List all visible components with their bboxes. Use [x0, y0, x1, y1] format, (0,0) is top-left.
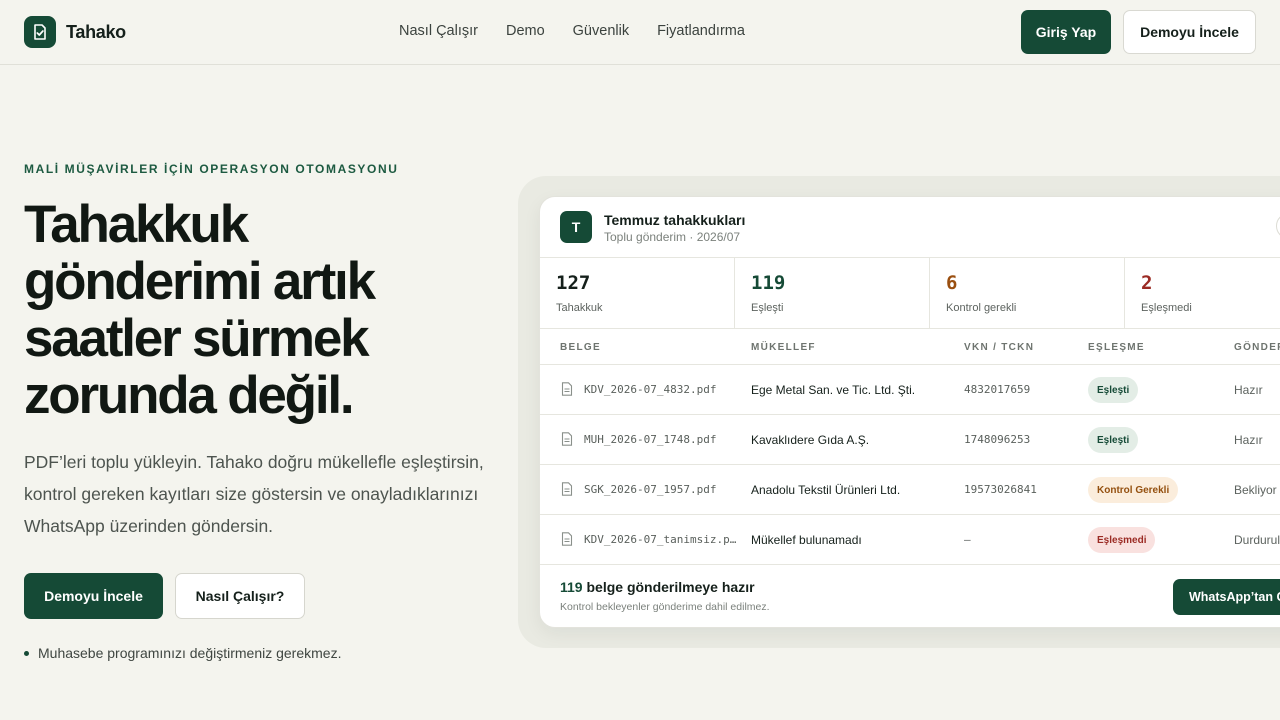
hero-demo-button[interactable]: Demoyu İncele: [24, 573, 163, 619]
table-row[interactable]: MUH_2026-07_1748.pdf Kavaklıdere Gıda A.…: [540, 415, 1280, 465]
match-badge: Eşleşmedi: [1088, 527, 1156, 553]
stat-matched: 119 Eşleşti: [735, 258, 931, 329]
tax-id: 19573026841: [964, 483, 1037, 496]
login-button[interactable]: Giriş Yap: [1021, 10, 1111, 54]
ready-summary-text: belge gönderilmeye hazır: [582, 579, 755, 595]
hero-eyebrow: MALİ MÜŞAVİRLER İÇİN OPERASYON OTOMASYON…: [24, 162, 399, 176]
stat-value: 127: [556, 272, 591, 294]
hero-note: Muhasebe programınızı değiştirmeniz gere…: [24, 645, 341, 661]
header-circle-button[interactable]: [1276, 213, 1280, 239]
tax-id: 1748096253: [964, 433, 1031, 446]
top-navigation-bar: Tahako Nasıl Çalışır Demo Güvenlik Fiyat…: [0, 0, 1280, 65]
taxpayer-name: Mükellef bulunamadı: [751, 533, 862, 547]
document-filename: KDV_2026-07_4832.pdf: [584, 383, 717, 396]
hero-note-text: Muhasebe programınızı değiştirmeniz gere…: [38, 645, 342, 661]
match-badge: Eşleşti: [1088, 427, 1139, 453]
tax-id: 4832017659: [964, 383, 1031, 396]
table-header: BELGE MÜKELLEF VKN / TCKN EŞLEŞME GÖNDER…: [540, 329, 1280, 365]
match-badge: Kontrol Gerekli: [1088, 477, 1179, 503]
avatar: T: [560, 211, 592, 243]
document-filename: SGK_2026-07_1957.pdf: [584, 483, 717, 496]
column-header-send: GÖNDERİM: [1234, 342, 1280, 353]
hero-description: PDF’leri toplu yükleyin. Tahako doğru mü…: [24, 452, 484, 536]
send-status: Hazır: [1234, 383, 1263, 397]
whatsapp-send-button[interactable]: WhatsApp’tan Gönder: [1173, 579, 1280, 615]
dashboard-title: Temmuz tahakkukları: [604, 212, 746, 228]
taxpayer-name: Ege Metal San. ve Tic. Ltd. Şti.: [751, 383, 916, 397]
stat-needs-review: 6 Kontrol gerekli: [930, 258, 1126, 329]
stat-label: Tahakkuk: [556, 302, 603, 314]
document-icon: [561, 382, 573, 396]
document-icon: [561, 432, 573, 446]
hero-how-it-works-button[interactable]: Nasıl Çalışır?: [175, 573, 305, 619]
document-icon: [561, 482, 573, 496]
stat-unmatched: 2 Eşleşmedi: [1125, 258, 1280, 329]
brand[interactable]: Tahako: [24, 16, 126, 48]
bullet-dot-icon: [24, 650, 29, 656]
tax-id: –: [964, 533, 971, 546]
ready-count: 119: [560, 579, 583, 595]
main-nav: Nasıl Çalışır Demo Güvenlik Fiyatlandırm…: [399, 23, 745, 39]
taxpayer-name: Kavaklıdere Gıda A.Ş.: [751, 433, 870, 447]
header-demo-button[interactable]: Demoyu İncele: [1123, 10, 1256, 54]
column-header-vkn: VKN / TCKN: [964, 342, 1035, 353]
stat-label: Eşleşti: [751, 302, 784, 314]
stats-row: 127 Tahakkuk 119 Eşleşti 6 Kontrol gerek…: [540, 258, 1280, 329]
table-row[interactable]: SGK_2026-07_1957.pdf Anadolu Tekstil Ürü…: [540, 465, 1280, 515]
dashboard-footer: 119 belge gönderilmeye hazır Kontrol bek…: [540, 565, 1280, 627]
table-row[interactable]: KDV_2026-07_4832.pdf Ege Metal San. ve T…: [540, 365, 1280, 415]
send-status: Durduruldu: [1234, 533, 1280, 547]
nav-link-demo[interactable]: Demo: [506, 23, 545, 39]
stat-total: 127 Tahakkuk: [540, 258, 736, 329]
match-badge: Eşleşti: [1088, 377, 1139, 403]
stat-value: 6: [946, 272, 958, 294]
nav-link-how-it-works[interactable]: Nasıl Çalışır: [399, 23, 478, 39]
column-header-match: EŞLEŞME: [1088, 342, 1145, 353]
taxpayer-name: Anadolu Tekstil Ürünleri Ltd.: [751, 483, 901, 497]
nav-link-pricing[interactable]: Fiyatlandırma: [657, 23, 745, 39]
document-icon: [561, 532, 573, 546]
dashboard-header: T Temmuz tahakkukları Toplu gönderim · 2…: [540, 197, 1280, 258]
nav-link-security[interactable]: Güvenlik: [573, 23, 629, 39]
column-header-document: BELGE: [560, 342, 601, 353]
document-filename: KDV_2026-07_tanimsiz.pdf: [584, 533, 739, 546]
stat-label: Kontrol gerekli: [946, 302, 1017, 314]
column-header-taxpayer: MÜKELLEF: [751, 342, 816, 353]
ready-summary: 119 belge gönderilmeye hazır: [560, 579, 755, 595]
send-status: Hazır: [1234, 433, 1263, 447]
stat-label: Eşleşmedi: [1141, 302, 1192, 314]
brand-name: Tahako: [66, 21, 126, 42]
brand-logo-icon: [24, 16, 56, 48]
stat-value: 2: [1141, 272, 1153, 294]
dashboard-card: T Temmuz tahakkukları Toplu gönderim · 2…: [539, 196, 1280, 628]
hero-title: Tahakkuk gönderimi artık saatler sürmek …: [24, 195, 376, 425]
document-filename: MUH_2026-07_1748.pdf: [584, 433, 717, 446]
stat-value: 119: [751, 272, 786, 294]
ready-summary-note: Kontrol bekleyenler gönderime dahil edil…: [560, 601, 770, 613]
dashboard-subtitle: Toplu gönderim · 2026/07: [604, 230, 741, 244]
table-row[interactable]: KDV_2026-07_tanimsiz.pdf Mükellef buluna…: [540, 515, 1280, 565]
send-status: Bekliyor: [1234, 483, 1277, 497]
